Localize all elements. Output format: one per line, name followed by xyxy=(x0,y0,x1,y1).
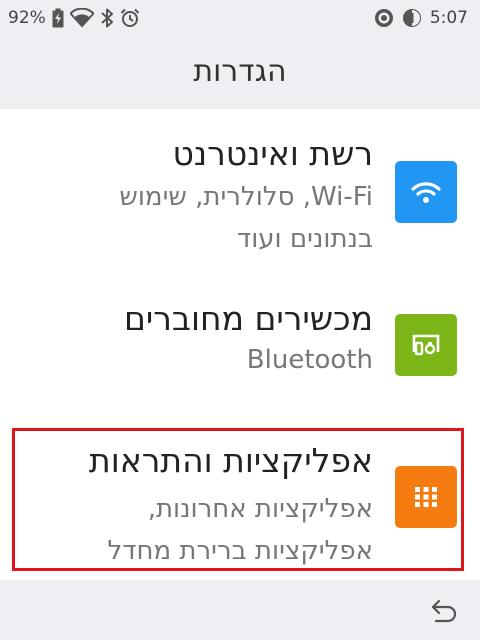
page-title: הגדרות xyxy=(193,54,287,89)
app-bar: הגדרות xyxy=(0,36,480,109)
status-bar: 92% 5:07 xyxy=(0,0,480,36)
wifi-icon xyxy=(69,8,94,28)
status-bar-right: 5:07 xyxy=(374,7,468,29)
connected-devices-subtitle: Bluetooth xyxy=(246,345,373,375)
battery-charging-icon xyxy=(52,8,64,28)
navigation-bar xyxy=(0,580,480,640)
alarm-icon xyxy=(120,8,140,28)
connected-devices-title: מכשירים מחוברים xyxy=(124,299,373,338)
highlight-box xyxy=(12,428,464,571)
network-subtitle-line2: בנתונים ועוד xyxy=(237,224,373,254)
wifi-icon xyxy=(395,161,457,223)
clock: 5:07 xyxy=(429,8,468,28)
battery-percent: 92% xyxy=(8,8,46,28)
vpn-icon xyxy=(374,8,394,28)
network-title: רשת ואינטרנט xyxy=(172,134,373,173)
status-bar-left: 92% xyxy=(8,7,140,29)
connected-devices-icon xyxy=(395,314,457,376)
data-saver-icon xyxy=(402,8,422,28)
network-subtitle-line1: Wi-Fi, סלולרית, שימוש xyxy=(119,182,373,212)
back-button[interactable] xyxy=(428,594,462,628)
bluetooth-icon xyxy=(100,8,114,28)
back-arrow-icon xyxy=(431,599,457,623)
settings-item-network[interactable]: רשת ואינטרנט Wi-Fi, סלולרית, שימוש בנתונ… xyxy=(0,109,480,272)
settings-item-connected-devices[interactable]: מכשירים מחוברים Bluetooth xyxy=(0,272,480,410)
